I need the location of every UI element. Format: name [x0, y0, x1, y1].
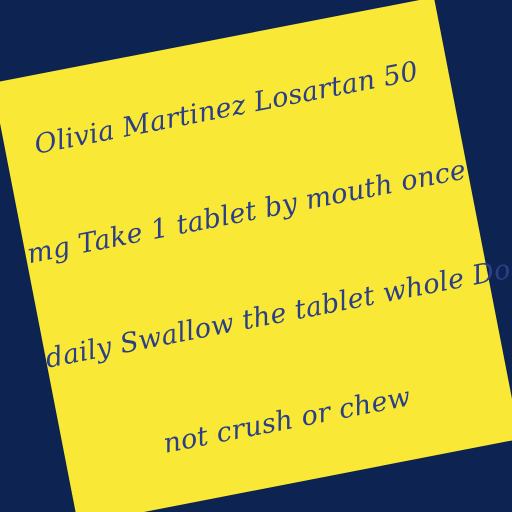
photo-scene: Olivia Martinez Losartan 50 mg Take 1 ta… [0, 0, 512, 512]
note-line-3: daily Swallow the tablet whole Do [42, 253, 512, 375]
note-line-4: not crush or chew [160, 381, 414, 460]
note-line-1: Olivia Martinez Losartan 50 [31, 55, 421, 161]
sticky-note: Olivia Martinez Losartan 50 mg Take 1 ta… [0, 0, 512, 512]
note-line-2: mg Take 1 tablet by mouth once [24, 154, 469, 271]
